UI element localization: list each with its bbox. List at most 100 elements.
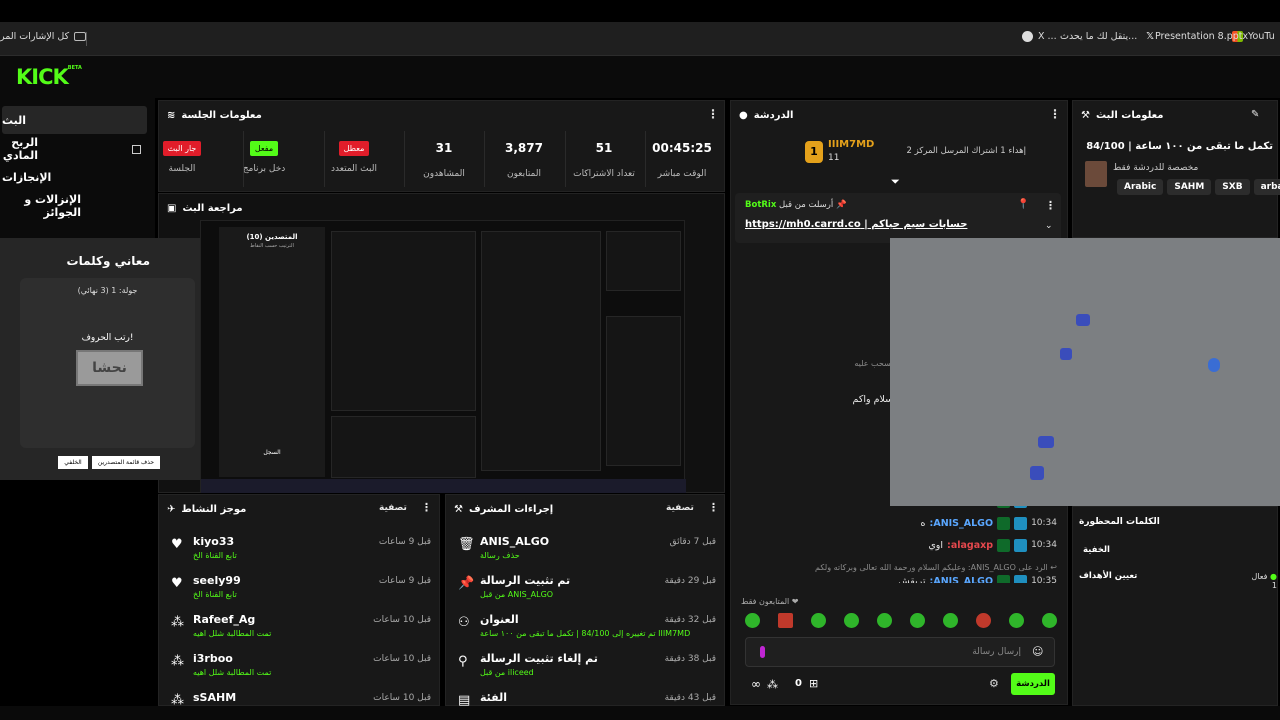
emote-icon[interactable] [778, 613, 793, 628]
feed-item[interactable]: ⁂ i3rboo تمت المطالبة شلل اهيه قبل 10 ساعات [159, 648, 441, 687]
message-text: تريقش [898, 575, 926, 584]
message-username[interactable]: alagaxp: [947, 540, 993, 551]
gift-icon[interactable]: ⊞ [809, 677, 818, 690]
tab-x[interactable]: يتقل لك ما يحدث... 𝕏 [1060, 31, 1154, 42]
panel-header: ▣ مراجعة البث [159, 194, 724, 222]
sidebar-item-stream[interactable]: البث [2, 106, 147, 134]
emote-icon[interactable] [811, 613, 826, 628]
message-time: 10:35 [1031, 576, 1057, 583]
chat-message[interactable]: 10:35 ANIS_ALGO: تريقش [731, 571, 1069, 583]
feed-item[interactable]: 🗑 ANIS_ALGO حذف رسالة قبل 7 دقائق [446, 531, 726, 570]
chevron-down-icon[interactable]: ⌄ [1045, 221, 1053, 231]
wrench-icon: ⚒ [1081, 109, 1090, 121]
emote-icon[interactable] [745, 613, 760, 628]
feed-item-time: قبل 10 ساعات [373, 693, 431, 703]
panel-title: موجز النشاط [181, 503, 247, 515]
sidebar-item-drops[interactable]: الإنزالات و الجوائز [2, 192, 147, 220]
sidebar-item-achievements[interactable]: الإنجازات [2, 163, 147, 191]
more-icon[interactable]: ⋮ [421, 501, 432, 514]
more-icon[interactable]: ⋮ [708, 501, 719, 514]
pulse-icon: ≋ [167, 109, 176, 121]
gear-icon[interactable]: ⚙ [989, 677, 999, 690]
infinity-icon[interactable]: ∞ [751, 677, 761, 691]
trash-icon: 🗑 [458, 537, 475, 552]
sidebar-item-monetization[interactable]: الربح المادي [2, 135, 147, 163]
feed-item[interactable]: ⚲ تم إلغاء تثبيت الرسالة من قبل iliceed قبل… [446, 648, 726, 687]
filter-button[interactable]: تصفية [379, 503, 407, 513]
emote-icon[interactable] [844, 613, 859, 628]
users-icon[interactable]: ⁂ [767, 678, 778, 691]
chat-message[interactable]: 10:34 ANIS_ALGO: ه [731, 513, 1069, 533]
tab-label: X ... [1038, 31, 1057, 42]
feed-item[interactable]: ⁂ Rafeef_Ag تمت المطالبة شلل اهيه قبل 10 سا… [159, 609, 441, 648]
filter-button[interactable]: تصفية [666, 503, 694, 513]
emote-icon[interactable] [910, 613, 925, 628]
tag-pill[interactable]: Arabic [1117, 179, 1164, 195]
stat-label: تعداد الاشتراكات [573, 169, 635, 179]
emoji-icon[interactable]: ☺ [1032, 645, 1043, 658]
panel-header: ≋ معلومات الجلسة [159, 101, 724, 129]
goals-label[interactable]: تعيين الأهداف [1079, 571, 1137, 581]
feed-item[interactable]: ⚇ العنوان تم تغييره إلى 84/100 | تكمل ما ت… [446, 609, 726, 648]
back-button[interactable]: الخلفي [58, 456, 88, 469]
more-icon[interactable]: ⋮ [1045, 199, 1056, 212]
tag-pill[interactable]: arbaic [1253, 179, 1280, 195]
message-username[interactable]: ANIS_ALGO: [930, 576, 994, 584]
chat-send-button[interactable]: الدردشة [1011, 673, 1055, 695]
chevron-down-icon[interactable]: ⏷ [891, 175, 900, 189]
panel-title: الدردشة [753, 109, 794, 121]
feed-item-time: قبل 32 دقيقة [664, 615, 716, 625]
panel-title: معلومات البث [1095, 109, 1164, 121]
feed-item-time: قبل 10 ساعات [373, 654, 431, 664]
tag-list: Arabic SAHM SXB arbaic [1113, 179, 1280, 195]
emote-icon[interactable] [1009, 613, 1024, 628]
stat-program: مفعل دخل برنامج [229, 141, 299, 174]
feed-item[interactable]: ⁂ sSAHM قبل 10 ساعات [159, 687, 441, 707]
emote-icon[interactable] [877, 613, 892, 628]
taskbar [0, 706, 1280, 720]
subscriber-badge-icon [997, 538, 1011, 552]
tag-pill[interactable]: SAHM [1167, 179, 1212, 195]
bookmark-all[interactable]: كل الإشارات المر [0, 31, 87, 42]
top-gifter-name[interactable]: IIIM7MD [828, 139, 874, 150]
emote-icon[interactable] [976, 613, 991, 628]
tab-x2[interactable]: X ... [1022, 31, 1057, 42]
leaderboard-subtitle: الترتيب حسب النقاط [250, 243, 294, 249]
gift-count: 11 [828, 153, 840, 163]
pin-icon[interactable]: 📍 [1017, 199, 1029, 210]
message-username[interactable]: ANIS_ALGO: [930, 518, 994, 529]
tab-label: يتقل لك ما يحدث... [1060, 31, 1138, 42]
more-icon[interactable]: ⋮ [707, 107, 719, 121]
overlay-shape [1060, 348, 1072, 360]
activity-list: ♥ kiyo33 تابع القناة الخ قبل 9 ساعات ♥ seely9… [159, 531, 441, 707]
preview-video[interactable]: المتصدين (10) الترتيب حسب النقاط السجل [200, 220, 686, 493]
feed-item-detail: تمت المطالبة شلل اهيه [193, 629, 272, 638]
feed-item[interactable]: ▤ الفئة قبل 43 دقيقة [446, 687, 726, 707]
emote-icon[interactable] [943, 613, 958, 628]
emote-icon[interactable] [1042, 613, 1057, 628]
message-text: ه [920, 517, 926, 529]
more-icon[interactable]: ⋮ [1049, 107, 1061, 121]
feed-item[interactable]: 📌 تم تثبيت الرسالة من قبل ANIS_ALGO قبل 29 … [446, 570, 726, 609]
tab-presentation[interactable]: Presentation 8.pptx [1155, 31, 1248, 42]
emote-bar [745, 613, 1057, 633]
category-name[interactable]: مخصصة للدردشة فقط [1113, 163, 1198, 173]
kick-logo[interactable]: KICKBETA [16, 65, 82, 89]
stat-label: المشاهدون [423, 169, 465, 179]
pinned-user[interactable]: BotRix [745, 200, 776, 210]
tag-pill[interactable]: SXB [1215, 179, 1250, 195]
chat-message[interactable]: 10:34 alagaxp: اوي [731, 535, 1069, 555]
game-card: جولة: 1 (3 نهائي) رتب الحروف! نحشا [20, 278, 195, 448]
edit-icon[interactable]: ✎ [1251, 109, 1259, 120]
log-label: السجل [263, 449, 281, 456]
feed-item[interactable]: ♥ kiyo33 تابع القناة الخ قبل 9 ساعات [159, 531, 441, 570]
feed-item-time: قبل 29 دقيقة [664, 576, 716, 586]
chat-input[interactable]: إرسال رسالة ☺ [745, 637, 1055, 667]
feed-item-name: kiyo33 [193, 535, 235, 548]
feed-item-time: قبل 43 دقيقة [664, 693, 716, 703]
clear-leaderboard-button[interactable]: حذف قائمة المتصدرين [92, 456, 160, 469]
pinned-text[interactable]: حسابات سيم حياكم | https://mh0.carrd.co [745, 219, 967, 230]
divider [484, 131, 485, 187]
feed-item[interactable]: ♥ seely99 تابع القناة الخ قبل 9 ساعات [159, 570, 441, 609]
logo-beta: BETA [67, 65, 82, 71]
